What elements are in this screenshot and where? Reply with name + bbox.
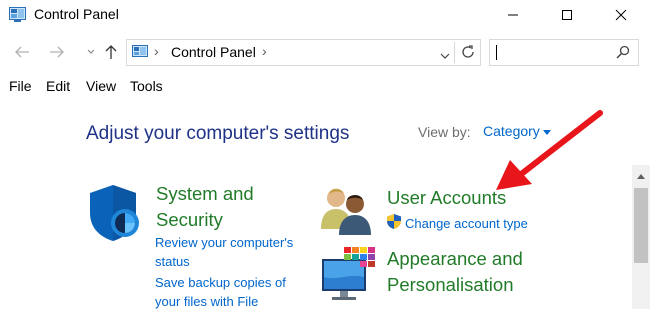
link-review-status-line2[interactable]: status: [155, 252, 190, 271]
annotation-arrow: [496, 110, 603, 190]
menu-file[interactable]: File: [9, 78, 32, 94]
category-appearance-title-line2[interactable]: Personalisation: [387, 272, 514, 297]
scroll-thumb[interactable]: [634, 188, 648, 263]
recent-locations-button[interactable]: [80, 40, 102, 64]
search-input[interactable]: [489, 39, 639, 66]
shield-icon[interactable]: [88, 183, 142, 248]
uac-shield-icon: [386, 213, 402, 235]
text-cursor: [496, 45, 497, 60]
up-button[interactable]: [100, 40, 122, 64]
refresh-button[interactable]: [460, 44, 476, 65]
forward-arrow-icon: [50, 46, 64, 58]
menu-tools[interactable]: Tools: [130, 78, 163, 94]
page-title: Adjust your computer's settings: [86, 123, 350, 144]
view-by-label: View by:: [418, 124, 471, 140]
category-system-security-title[interactable]: System and: [156, 181, 254, 206]
minimize-button[interactable]: [490, 0, 536, 30]
category-appearance-title[interactable]: Appearance and: [387, 246, 523, 271]
divider: [454, 42, 455, 63]
chevron-right-icon[interactable]: ›: [262, 43, 267, 59]
menu-bar: File Edit View Tools: [0, 74, 650, 98]
menu-view[interactable]: View: [86, 78, 116, 94]
link-backup-files[interactable]: Save backup copies of: [155, 273, 286, 292]
menu-edit[interactable]: Edit: [46, 78, 70, 94]
address-dropdown-button[interactable]: [440, 47, 450, 65]
maximize-button[interactable]: [544, 0, 590, 30]
category-user-accounts-title[interactable]: User Accounts: [387, 185, 506, 210]
control-panel-icon: [132, 45, 148, 59]
users-icon[interactable]: [319, 185, 375, 240]
close-icon: [615, 9, 627, 21]
category-system-security-title-line2[interactable]: Security: [156, 207, 223, 232]
address-bar[interactable]: › Control Panel ›: [126, 39, 481, 66]
navigation-bar: › Control Panel ›: [0, 36, 650, 70]
breadcrumb-control-panel[interactable]: Control Panel: [171, 44, 256, 60]
link-backup-files-line2[interactable]: your files with File: [155, 292, 258, 309]
title-bar: Control Panel: [0, 0, 650, 30]
back-arrow-icon: [15, 46, 29, 58]
scroll-up-arrow-icon[interactable]: [637, 174, 645, 179]
close-button[interactable]: [598, 0, 644, 30]
link-review-status[interactable]: Review your computer's: [155, 233, 293, 252]
up-arrow-icon: [105, 45, 117, 59]
search-icon[interactable]: [616, 45, 630, 64]
chevron-down-icon: [87, 49, 95, 54]
monitor-icon[interactable]: [320, 247, 376, 309]
link-change-account-type[interactable]: Change account type: [405, 214, 528, 233]
chevron-right-icon[interactable]: ›: [154, 43, 159, 59]
vertical-scrollbar[interactable]: [632, 165, 650, 309]
chevron-down-icon: [440, 53, 450, 59]
minimize-icon: [508, 14, 518, 16]
forward-button[interactable]: [46, 40, 68, 64]
maximize-icon: [562, 10, 572, 20]
window-title: Control Panel: [34, 6, 119, 22]
back-button[interactable]: [11, 40, 33, 64]
refresh-icon: [462, 45, 474, 58]
control-panel-icon: [9, 7, 26, 22]
